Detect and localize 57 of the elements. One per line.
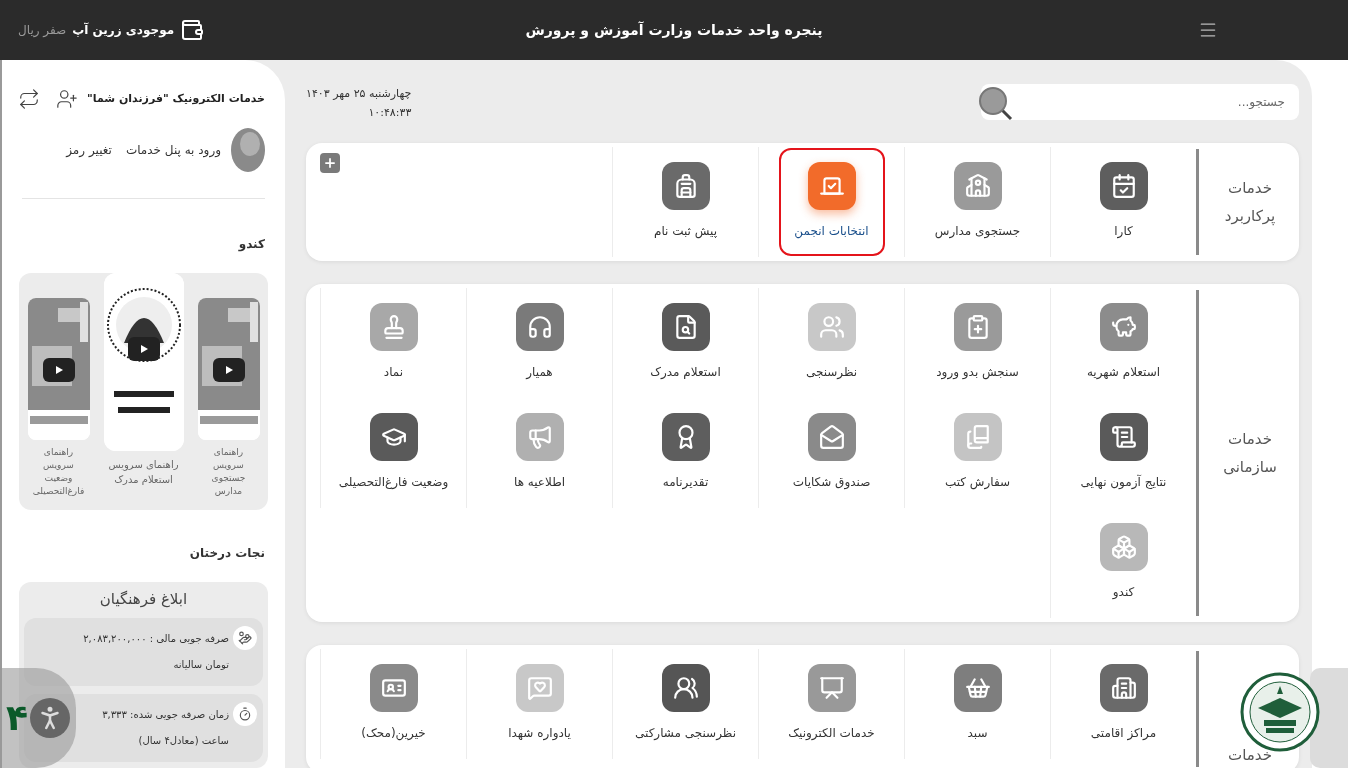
service-item[interactable]: خدمات الکترونیک [761, 650, 902, 758]
service-item[interactable]: همیار [469, 289, 610, 397]
add-button[interactable] [320, 153, 340, 173]
timer-icon [233, 702, 257, 726]
service-item[interactable]: نتایج آزمون نهایی [1053, 399, 1194, 507]
service-item[interactable]: استعلام شهریه [1053, 289, 1194, 397]
wallet-label: موجودی زرین آپ [72, 21, 175, 39]
play-icon [223, 365, 234, 375]
service-item[interactable]: استعلام مدرک [615, 289, 756, 397]
service-item[interactable]: سنجش بدو ورود [907, 289, 1048, 397]
service-item[interactable]: سفارش کتب [907, 399, 1048, 507]
service-item[interactable]: نظرسنجی [761, 289, 902, 397]
avatar-icon [231, 128, 265, 172]
change-password-link[interactable]: تغییر رمز [66, 141, 112, 159]
play-button[interactable] [42, 358, 75, 382]
sidebar-title: خدمات الکترونیک "فرزندان شما" [87, 90, 265, 107]
date-text: چهارشنبه ۲۵ مهر ۱۴۰۳ [306, 86, 412, 102]
panel-link[interactable]: ورود به پنل خدمات [125, 141, 221, 159]
slide-caption: راهنمای سرویس جستجوی مدارس [210, 446, 247, 498]
coins-icon [233, 626, 257, 650]
play-icon [53, 365, 64, 375]
service-item[interactable]: کارا [1053, 148, 1194, 256]
slide-caption: راهنمای سرویس وضعیت فارغ‌التحصیلی [31, 446, 86, 498]
section-title: خدمات [1227, 745, 1273, 766]
service-item[interactable]: جستجوی مدارس [907, 148, 1048, 256]
service-item[interactable]: یادواره شهدا [469, 650, 610, 758]
section-heading: کندو [237, 236, 265, 253]
play-button[interactable] [212, 358, 245, 382]
service-item[interactable]: سبد [907, 650, 1048, 758]
service-item[interactable]: وضعیت فارغ‌التحصیلی [323, 399, 464, 507]
service-item[interactable]: نظرسنجی مشارکتی [615, 650, 756, 758]
search-field[interactable]: جستجو... [981, 84, 1299, 120]
section-title: خدمات سازمانی [1222, 429, 1278, 478]
time-text: ۱۰:۴۸:۳۳ [368, 104, 412, 121]
switch-icon[interactable] [18, 88, 40, 110]
service-item[interactable]: کندو [1053, 509, 1194, 617]
wallet-balance: صفر ریال [18, 22, 67, 39]
wallet-icon [180, 18, 205, 42]
add-user-icon[interactable] [56, 88, 78, 110]
window-title: پنجره واحد خدمات وزارت آموزش و پرورش [525, 20, 823, 41]
service-item[interactable]: صندوق شکایات [761, 399, 902, 507]
section-title: خدمات پرکاربرد [1223, 178, 1277, 228]
service-item[interactable]: انتخابات انجمن [778, 148, 885, 256]
savings-text: صرفه جویی مالی : ۲,۰۸۳,۲۰۰,۰۰۰ تومان سالیانه [82, 632, 229, 672]
card-title: ابلاغ فرهنگیان [98, 588, 189, 610]
section-heading: نجات درختان [188, 544, 265, 562]
service-item[interactable]: خیرین(محک) [323, 650, 464, 758]
play-button[interactable] [127, 337, 160, 361]
service-item[interactable]: نماد [323, 289, 464, 397]
accessibility-widget[interactable]: ۴ [0, 668, 76, 768]
service-item[interactable]: اطلاعیه ها [469, 399, 610, 507]
service-item[interactable]: پیش ثبت نام [615, 148, 756, 256]
service-item[interactable]: مراکز اقامتی [1053, 650, 1194, 758]
service-item[interactable]: تقدیرنامه [615, 399, 756, 507]
slide-caption: راهنمای سرویس استعلام مدرک [108, 458, 179, 487]
plus-icon [323, 156, 337, 170]
savings-text: زمان صرفه جویی شده: ۳,۳۳۳ ساعت (معادل۴ سال) [101, 708, 229, 748]
